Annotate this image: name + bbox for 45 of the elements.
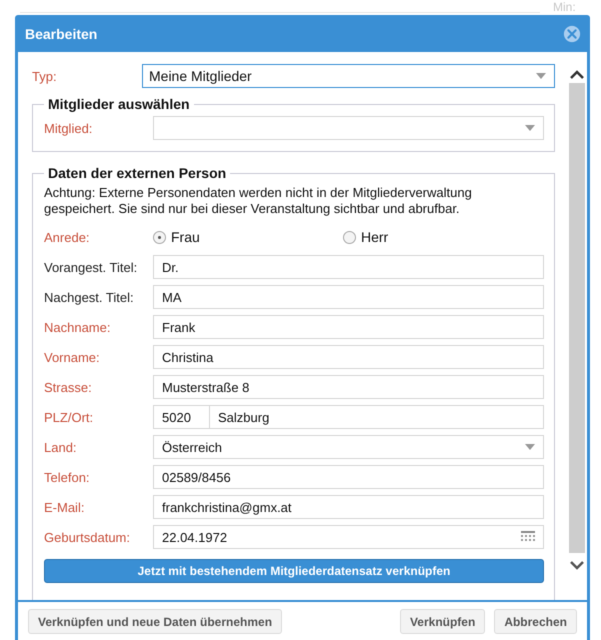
caret-icon [525,444,535,450]
field-label: Vorangest. Titel: [44,260,138,274]
scroll-thumb[interactable] [569,83,585,553]
field-label: Anrede: [44,230,91,244]
country-select[interactable]: Österreich [153,435,544,459]
field-label: PLZ/Ort: [44,410,94,424]
date-field[interactable]: 22.04.1972 [153,525,544,549]
type-select[interactable]: Meine Mitglieder [142,64,555,88]
radio-label: Herr [361,229,388,245]
field-label: Land: [44,440,78,454]
radio-button[interactable] [153,230,166,244]
radio-button[interactable] [343,230,356,244]
field-label: Vorname: [44,350,101,364]
field-label: E-Mail: [44,500,86,514]
field-label: Typ: [32,68,58,84]
section-legend: Daten der externen Person [44,165,230,181]
text-field[interactable]: Frank [153,315,544,339]
text-field[interactable]: Dr. [153,255,544,279]
field-label: Mitglied: [44,120,94,136]
link-new-data-button[interactable]: Verknüpfen und neue Daten übernehmen [28,609,282,634]
city-field[interactable]: Salzburg [210,405,544,429]
member-select[interactable] [153,116,544,140]
text-field[interactable]: MA [153,285,544,309]
text-field[interactable]: Christina [153,345,544,369]
field-label: Strasse: [44,380,93,394]
window-title: Bearbeiten [25,26,98,42]
calendar-icon[interactable] [521,531,535,543]
caret-icon [536,73,546,79]
footer-button[interactable]: Verknüpfen [400,609,486,634]
text-field[interactable]: Musterstraße 8 [153,375,544,399]
notice-text: Achtung: Externe Personendaten werden nicht in der Mitgliederverwaltung gespeichert. Sie sind nur bei dieser Veranstaltung sichtbar und abrufbar. [44,185,473,217]
field-label: Geburtsdatum: [44,530,131,544]
field-label: Nachname: [44,320,112,334]
text-field[interactable]: frankchristina@gmx.at [153,495,544,519]
section-legend: Mitglieder auswählen [44,96,194,112]
scroll-down-icon[interactable] [570,561,584,570]
zip-field[interactable]: 5020 [153,405,210,429]
radio-label: Frau [171,229,200,245]
close-icon[interactable] [563,24,581,42]
footer-button[interactable]: Abbrechen [494,609,577,634]
scroll-up-icon[interactable] [570,70,584,79]
field-label: Telefon: [44,470,91,484]
field-label: Nachgest. Titel: [44,290,135,304]
caret-icon [525,125,535,131]
text-field[interactable]: 02589/8456 [153,465,544,489]
